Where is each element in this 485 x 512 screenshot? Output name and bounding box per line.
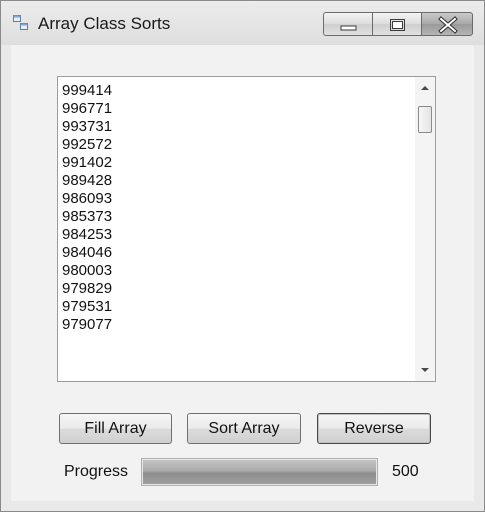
progress-label: Progress (64, 463, 129, 480)
listbox-items: 999414 996771 993731 992572 991402 989428 9860… (62, 82, 112, 334)
minimize-button[interactable] (323, 12, 373, 36)
list-item[interactable]: 980003 (62, 262, 112, 280)
scroll-down-arrow-icon[interactable] (415, 361, 435, 379)
list-item[interactable]: 984253 (62, 226, 112, 244)
number-listbox[interactable]: 999414 996771 993731 992572 991402 989428 9860… (57, 76, 436, 382)
progress-bar (141, 458, 378, 486)
maximize-button[interactable] (372, 12, 422, 36)
list-item[interactable]: 979531 (62, 298, 112, 316)
scroll-up-arrow-icon[interactable] (415, 79, 435, 97)
list-item[interactable]: 992572 (62, 136, 112, 154)
sort-array-button[interactable]: Sort Array (187, 413, 301, 444)
list-item[interactable]: 985373 (62, 208, 112, 226)
list-item[interactable]: 989428 (62, 172, 112, 190)
app-window-icon (13, 15, 29, 31)
progress-value: 500 (392, 463, 419, 480)
scrollbar-thumb[interactable] (418, 106, 432, 133)
title-bar[interactable]: Array Class Sorts (1, 1, 484, 45)
close-button[interactable] (421, 12, 473, 36)
window-title: Array Class Sorts (38, 14, 171, 33)
list-item[interactable]: 991402 (62, 154, 112, 172)
list-item[interactable]: 984046 (62, 244, 112, 262)
progress-bar-fill (143, 460, 376, 484)
list-item[interactable]: 986093 (62, 190, 112, 208)
close-icon (438, 16, 458, 34)
list-item[interactable]: 979077 (62, 316, 112, 334)
fill-array-button[interactable]: Fill Array (59, 413, 172, 444)
vertical-scrollbar[interactable] (415, 77, 435, 381)
minimize-icon (340, 25, 357, 31)
list-item[interactable]: 979829 (62, 280, 112, 298)
maximize-icon (390, 19, 405, 31)
list-item[interactable]: 993731 (62, 118, 112, 136)
list-item[interactable]: 999414 (62, 82, 112, 100)
client-area: 999414 996771 993731 992572 991402 989428 9860… (11, 45, 474, 501)
main-window: Array Class Sorts 999414 996771 993731 9925… (0, 0, 485, 512)
list-item[interactable]: 996771 (62, 100, 112, 118)
reverse-button[interactable]: Reverse (317, 413, 431, 444)
